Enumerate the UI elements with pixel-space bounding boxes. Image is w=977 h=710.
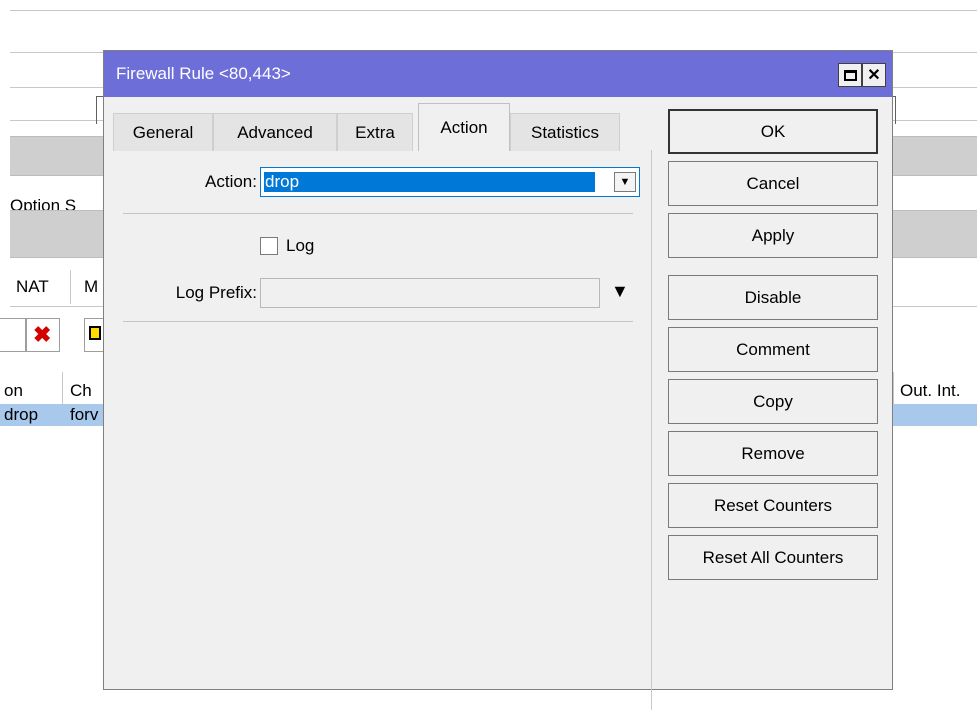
close-icon: ✕ bbox=[867, 67, 881, 84]
section-divider bbox=[123, 213, 633, 214]
maximize-button[interactable] bbox=[838, 63, 862, 87]
bg-option-text: Option S bbox=[10, 196, 77, 211]
copy-button[interactable]: Copy bbox=[668, 379, 878, 424]
bg-tab-nat[interactable]: NAT bbox=[10, 270, 71, 304]
remove-button[interactable]: Remove bbox=[668, 431, 878, 476]
section-divider bbox=[123, 321, 633, 322]
bg-toolbar-button[interactable] bbox=[0, 318, 26, 352]
tab-extra[interactable]: Extra bbox=[337, 113, 413, 151]
maximize-icon bbox=[843, 69, 857, 81]
comment-button[interactable]: Comment bbox=[668, 327, 878, 372]
ok-button[interactable]: OK bbox=[668, 109, 878, 154]
bg-divider bbox=[10, 10, 977, 11]
reset-counters-button[interactable]: Reset Counters bbox=[668, 483, 878, 528]
delete-icon: ✖ bbox=[33, 322, 52, 347]
bg-column-headers: on Ch bbox=[0, 372, 104, 405]
action-tab-panel: Action: drop ▼ Log Log Prefix: ▼ bbox=[113, 150, 652, 710]
log-checkbox[interactable] bbox=[260, 237, 278, 255]
bg-delete-button[interactable]: ✖ bbox=[26, 318, 60, 352]
firewall-rule-dialog: Firewall Rule <80,443> ✕ General Advance… bbox=[103, 50, 893, 710]
dialog-titlebar[interactable]: Firewall Rule <80,443> ✕ bbox=[104, 51, 892, 97]
table-row[interactable]: drop forv bbox=[0, 404, 104, 426]
dropdown-icon[interactable]: ▼ bbox=[614, 172, 636, 192]
action-value: drop bbox=[264, 172, 595, 192]
close-button[interactable]: ✕ bbox=[862, 63, 886, 87]
dropdown-icon[interactable]: ▼ bbox=[611, 281, 629, 302]
disable-button[interactable]: Disable bbox=[668, 275, 878, 320]
log-prefix-input[interactable] bbox=[260, 278, 600, 308]
bg-toolbar-button[interactable] bbox=[84, 318, 104, 352]
tab-general[interactable]: General bbox=[113, 113, 213, 151]
action-label: Action: bbox=[205, 172, 257, 191]
dialog-title: Firewall Rule <80,443> bbox=[116, 64, 291, 83]
cancel-button[interactable]: Cancel bbox=[668, 161, 878, 206]
tab-advanced[interactable]: Advanced bbox=[213, 113, 337, 151]
lock-icon bbox=[89, 326, 101, 340]
table-row[interactable] bbox=[893, 404, 977, 426]
apply-button[interactable]: Apply bbox=[668, 213, 878, 258]
log-label: Log bbox=[286, 236, 315, 255]
bg-column-header-out-int: Out. Int. bbox=[893, 372, 977, 405]
tab-statistics[interactable]: Statistics bbox=[510, 113, 620, 151]
action-select[interactable]: drop ▼ bbox=[260, 167, 640, 197]
log-checkbox-row[interactable]: Log bbox=[260, 236, 314, 256]
log-prefix-label: Log Prefix: bbox=[175, 283, 257, 302]
tab-action[interactable]: Action bbox=[418, 103, 510, 151]
reset-all-counters-button[interactable]: Reset All Counters bbox=[668, 535, 878, 580]
